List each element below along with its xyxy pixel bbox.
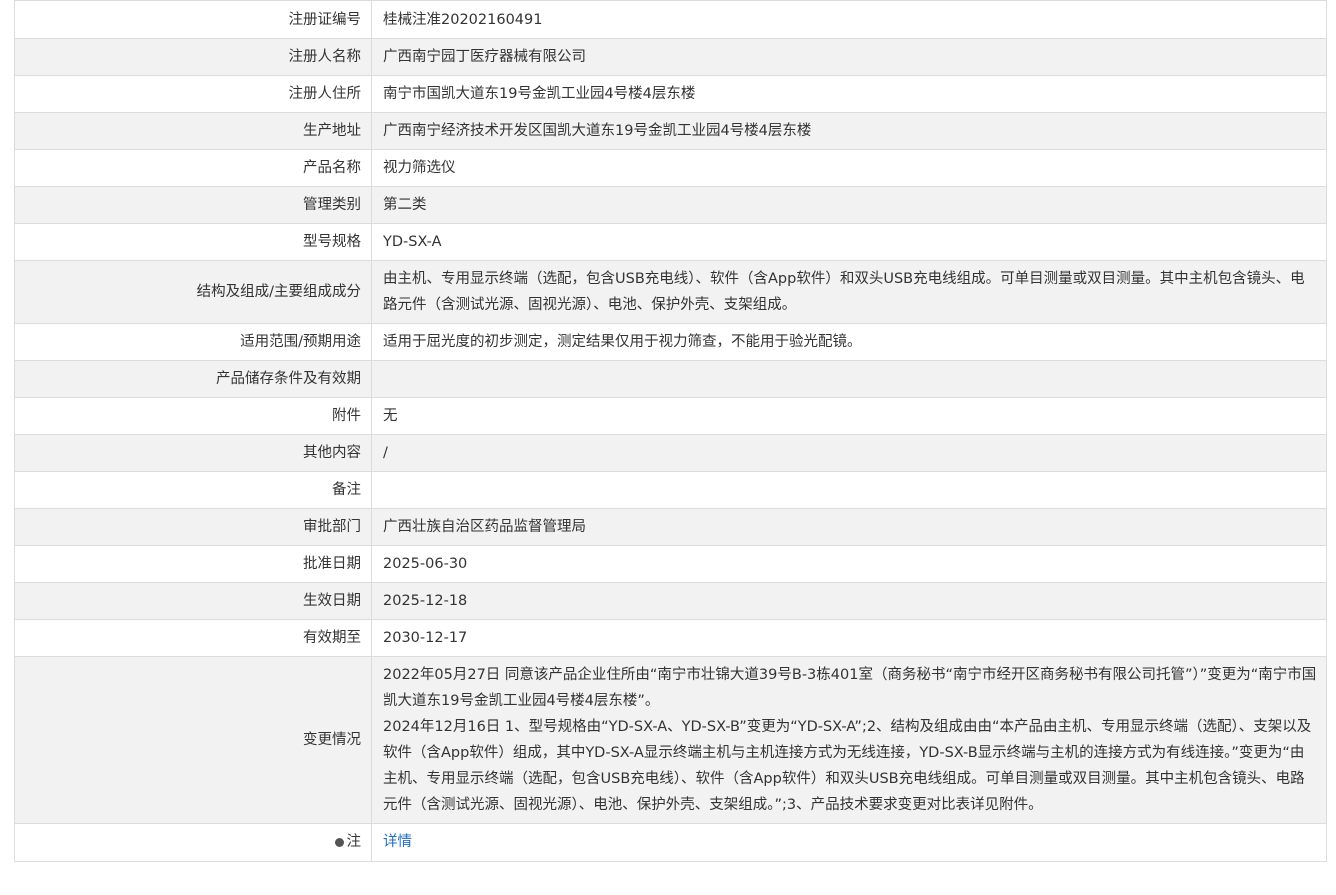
row-attachment: 附件 无 xyxy=(14,397,1327,435)
change-entry: 2022年05月27日 同意该产品企业住所由“南宁市壮锦大道39号B-3栋401… xyxy=(383,667,1317,709)
row-effective-date: 生效日期 2025-12-18 xyxy=(14,582,1327,620)
field-label: 注册证编号 xyxy=(14,0,372,39)
row-approval-date: 批准日期 2025-06-30 xyxy=(14,545,1327,583)
field-label: 备注 xyxy=(14,471,372,509)
note-label-cell: 注 xyxy=(14,823,372,862)
registration-detail: 注册证编号 桂械注准20202160491 注册人名称 广西南宁园丁医疗器械有限… xyxy=(14,0,1327,862)
field-value: 2030-12-17 xyxy=(371,619,1327,657)
field-label: 管理类别 xyxy=(14,186,372,224)
row-model-spec: 型号规格 YD-SX-A xyxy=(14,223,1327,261)
field-label: 有效期至 xyxy=(14,619,372,657)
field-label: 批准日期 xyxy=(14,545,372,583)
field-value: 南宁市国凯大道东19号金凯工业园4号楼4层东楼 xyxy=(371,75,1327,113)
row-intended-use: 适用范围/预期用途 适用于屈光度的初步测定，测定结果仅用于视力筛查，不能用于验光… xyxy=(14,323,1327,361)
change-history-value: 2022年05月27日 同意该产品企业住所由“南宁市壮锦大道39号B-3栋401… xyxy=(371,656,1327,824)
detail-link[interactable]: 详情 xyxy=(383,834,412,850)
field-label: 注册人名称 xyxy=(14,38,372,76)
field-value: / xyxy=(371,434,1327,472)
note-label-text: 注 xyxy=(346,834,362,850)
row-production-address: 生产地址 广西南宁经济技术开发区国凯大道东19号金凯工业园4号楼4层东楼 xyxy=(14,112,1327,150)
field-label: 适用范围/预期用途 xyxy=(14,323,372,361)
field-label: 结构及组成/主要组成成分 xyxy=(14,260,372,324)
note-label: 注 xyxy=(334,829,362,855)
field-label: 生产地址 xyxy=(14,112,372,150)
field-value: 桂械注准20202160491 xyxy=(371,0,1327,39)
row-registrant-name: 注册人名称 广西南宁园丁医疗器械有限公司 xyxy=(14,38,1327,76)
field-label: 产品名称 xyxy=(14,149,372,187)
change-entry: 2024年12月16日 1、型号规格由“YD-SX-A、YD-SX-B”变更为“… xyxy=(383,719,1312,813)
info-table-body: 注册证编号 桂械注准20202160491 注册人名称 广西南宁园丁医疗器械有限… xyxy=(14,0,1327,862)
field-value: 适用于屈光度的初步测定，测定结果仅用于视力筛查，不能用于验光配镜。 xyxy=(371,323,1327,361)
field-value xyxy=(371,471,1327,509)
row-storage-validity: 产品储存条件及有效期 xyxy=(14,360,1327,398)
field-value: 无 xyxy=(371,397,1327,435)
field-label: 型号规格 xyxy=(14,223,372,261)
field-label: 附件 xyxy=(14,397,372,435)
field-label: 生效日期 xyxy=(14,582,372,620)
row-registrant-address: 注册人住所 南宁市国凯大道东19号金凯工业园4号楼4层东楼 xyxy=(14,75,1327,113)
field-label: 产品储存条件及有效期 xyxy=(14,360,372,398)
note-value: 详情 xyxy=(371,823,1327,862)
field-label: 注册人住所 xyxy=(14,75,372,113)
dot-icon xyxy=(334,837,344,847)
field-value xyxy=(371,360,1327,398)
field-value: 2025-06-30 xyxy=(371,545,1327,583)
row-management-category: 管理类别 第二类 xyxy=(14,186,1327,224)
row-remarks: 备注 xyxy=(14,471,1327,509)
field-value: YD-SX-A xyxy=(371,223,1327,261)
field-value: 由主机、专用显示终端（选配，包含USB充电线）、软件（含App软件）和双头USB… xyxy=(371,260,1327,324)
field-value: 第二类 xyxy=(371,186,1327,224)
row-other-content: 其他内容 / xyxy=(14,434,1327,472)
row-structure-composition: 结构及组成/主要组成成分 由主机、专用显示终端（选配，包含USB充电线）、软件（… xyxy=(14,260,1327,324)
row-note: 注 详情 xyxy=(14,823,1327,862)
row-registration-number: 注册证编号 桂械注准20202160491 xyxy=(14,0,1327,39)
field-value: 2025-12-18 xyxy=(371,582,1327,620)
field-value: 广西壮族自治区药品监督管理局 xyxy=(371,508,1327,546)
field-value: 广西南宁经济技术开发区国凯大道东19号金凯工业园4号楼4层东楼 xyxy=(371,112,1327,150)
row-approval-department: 审批部门 广西壮族自治区药品监督管理局 xyxy=(14,508,1327,546)
field-label: 其他内容 xyxy=(14,434,372,472)
row-change-history: 变更情况 2022年05月27日 同意该产品企业住所由“南宁市壮锦大道39号B-… xyxy=(14,656,1327,824)
registration-info-table: 注册证编号 桂械注准20202160491 注册人名称 广西南宁园丁医疗器械有限… xyxy=(14,0,1327,862)
field-label: 审批部门 xyxy=(14,508,372,546)
field-value: 广西南宁园丁医疗器械有限公司 xyxy=(371,38,1327,76)
field-label: 变更情况 xyxy=(14,656,372,824)
row-product-name: 产品名称 视力筛选仪 xyxy=(14,149,1327,187)
row-valid-until: 有效期至 2030-12-17 xyxy=(14,619,1327,657)
field-value: 视力筛选仪 xyxy=(371,149,1327,187)
